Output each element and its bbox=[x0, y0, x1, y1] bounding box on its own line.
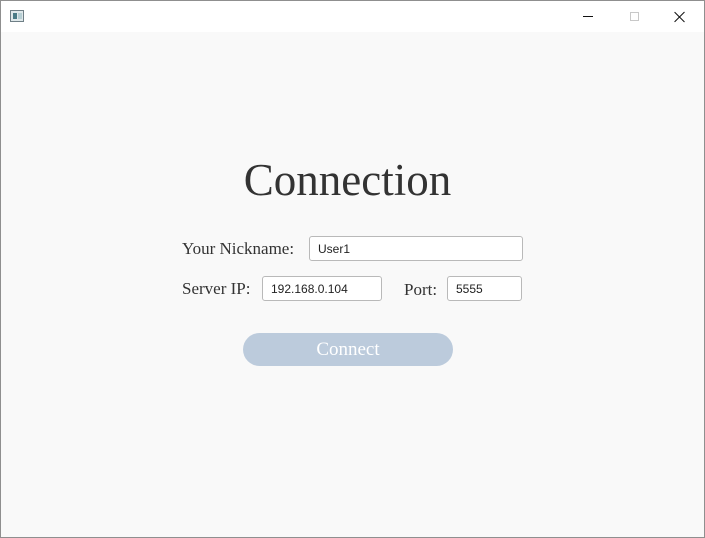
minimize-button[interactable] bbox=[565, 1, 611, 32]
maximize-icon bbox=[629, 12, 639, 21]
server-ip-input[interactable] bbox=[262, 276, 382, 301]
maximize-button[interactable] bbox=[611, 1, 657, 32]
server-ip-label: Server IP: bbox=[182, 279, 251, 298]
nickname-label: Your Nickname: bbox=[182, 239, 295, 258]
minimize-icon bbox=[583, 16, 593, 17]
close-button[interactable] bbox=[657, 1, 703, 32]
connect-button[interactable]: Connect bbox=[243, 333, 453, 366]
page-title: Connection bbox=[243, 155, 452, 205]
app-window: Connection Your Nickname: Server IP: Por… bbox=[0, 0, 705, 538]
title-bar[interactable] bbox=[1, 1, 704, 32]
port-input[interactable] bbox=[447, 276, 522, 301]
app-window-icon bbox=[10, 10, 24, 22]
nickname-input[interactable] bbox=[309, 236, 523, 261]
port-label: Port: bbox=[404, 280, 438, 299]
close-icon bbox=[674, 11, 686, 23]
